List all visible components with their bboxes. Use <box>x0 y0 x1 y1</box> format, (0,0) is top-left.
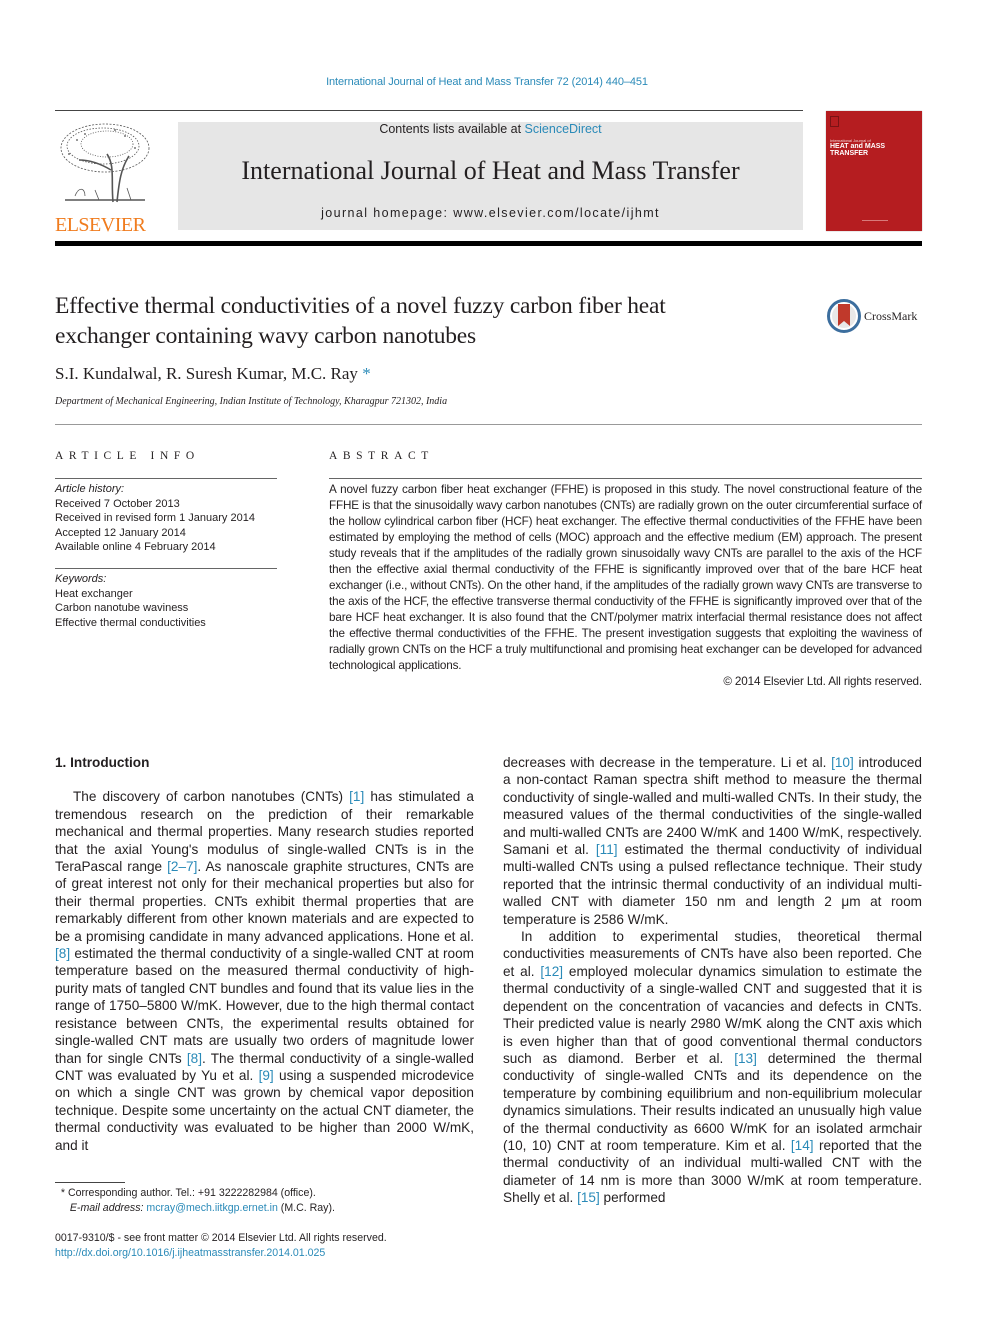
journal-homepage: journal homepage: www.elsevier.com/locat… <box>178 206 803 220</box>
article-title-line2: exchanger containing wavy carbon nanotub… <box>55 323 476 349</box>
reference-link[interactable]: [1] <box>349 789 364 804</box>
masthead-thick-rule <box>55 241 922 246</box>
crossmark-icon <box>827 299 861 333</box>
keywords: Keywords: Heat exchanger Carbon nanotube… <box>55 572 277 630</box>
article-info-heading: ARTICLE INFO <box>55 450 200 462</box>
paragraph: The discovery of carbon nanotubes (CNTs)… <box>55 788 474 1154</box>
abstract-rule <box>329 478 922 479</box>
abstract-body: A novel fuzzy carbon fiber heat exchange… <box>329 482 922 690</box>
sciencedirect-link[interactable]: ScienceDirect <box>525 122 602 136</box>
reference-link[interactable]: [14] <box>791 1138 814 1153</box>
journal-cover-thumbnail[interactable]: International Journal of HEAT and MASS T… <box>826 111 922 231</box>
text-run: The discovery of carbon nanotubes (CNTs) <box>73 789 350 805</box>
contents-prefix: Contents lists available at <box>379 122 525 136</box>
footnote-rule <box>55 1182 125 1183</box>
crossmark-button[interactable]: CrossMark <box>827 298 917 334</box>
abstract-heading: ABSTRACT <box>329 450 434 462</box>
abstract-text: A novel fuzzy carbon fiber heat exchange… <box>329 483 922 672</box>
article-history: Article history: Received 7 October 2013… <box>55 482 277 555</box>
paragraph: decreases with decrease in the temperatu… <box>503 754 922 928</box>
history-label: Article history: <box>55 483 125 495</box>
reference-link[interactable]: [8] <box>187 1051 202 1066</box>
history-item: Received 7 October 2013 <box>55 497 180 510</box>
homepage-prefix: journal homepage: <box>321 206 454 220</box>
abstract-copyright: © 2014 Elsevier Ltd. All rights reserved… <box>723 675 922 688</box>
header-rule <box>55 110 803 111</box>
reference-link[interactable]: [12] <box>540 964 563 979</box>
text-run: estimated the thermal conductivity of a … <box>55 946 474 1066</box>
cover-big-title: HEAT and MASS TRANSFER <box>830 143 885 157</box>
body-column-right: decreases with decrease in the temperatu… <box>503 754 922 1207</box>
journal-citation-link[interactable]: International Journal of Heat and Mass T… <box>0 76 974 88</box>
reference-link[interactable]: [8] <box>55 946 70 961</box>
footnote: * Corresponding author. Tel.: +91 322228… <box>55 1186 335 1216</box>
journal-banner: Contents lists available at ScienceDirec… <box>178 122 803 230</box>
homepage-url-link[interactable]: www.elsevier.com/locate/ijhmt <box>453 206 660 220</box>
cover-footer-line <box>862 220 888 221</box>
keyword-item: Carbon nanotube waviness <box>55 602 189 614</box>
elsevier-logo[interactable]: ELSEVIER <box>55 120 155 236</box>
article-title: Effective thermal conductivities of a no… <box>55 291 795 351</box>
text-run: decreases with decrease in the temperatu… <box>503 755 832 770</box>
section-rule <box>55 424 922 425</box>
elsevier-tree-icon <box>55 120 153 208</box>
reference-link[interactable]: [15] <box>577 1190 600 1205</box>
reference-link[interactable]: [11] <box>596 842 618 857</box>
crossmark-label: CrossMark <box>864 308 918 323</box>
keyword-item: Effective thermal conductivities <box>55 616 206 629</box>
history-item: Available online 4 February 2014 <box>55 541 216 553</box>
footnote-corresponding: * Corresponding author. Tel.: +91 322228… <box>55 1186 335 1201</box>
elsevier-wordmark: ELSEVIER <box>55 214 146 236</box>
reference-link[interactable]: [13] <box>734 1051 757 1066</box>
paragraph: In addition to experimental studies, the… <box>503 928 922 1207</box>
body-column-left: 1. Introduction The discovery of carbon … <box>55 754 474 1154</box>
front-matter: 0017-9310/$ - see front matter © 2014 El… <box>55 1231 387 1260</box>
authors-names: S.I. Kundalwal, R. Suresh Kumar, M.C. Ra… <box>55 364 358 383</box>
cover-title-line1: HEAT and MASS <box>830 143 886 150</box>
author-list: S.I. Kundalwal, R. Suresh Kumar, M.C. Ra… <box>55 364 371 384</box>
contents-line: Contents lists available at ScienceDirec… <box>178 122 803 136</box>
email-suffix: (M.C. Ray). <box>277 1202 335 1214</box>
section-heading-introduction: 1. Introduction <box>55 755 150 770</box>
reference-link[interactable]: [2–7] <box>167 859 197 874</box>
keywords-label: Keywords: <box>55 573 107 585</box>
email-link[interactable]: mcray@mech.iitkgp.ernet.in <box>146 1202 277 1214</box>
keyword-item: Heat exchanger <box>55 587 133 600</box>
reference-link[interactable]: [9] <box>259 1068 274 1083</box>
email-label: E-mail address: <box>69 1202 147 1214</box>
text-run: performed <box>599 1190 666 1206</box>
doi-link[interactable]: http://dx.doi.org/10.1016/j.ijheatmasstr… <box>55 1246 387 1261</box>
keywords-rule <box>55 568 277 569</box>
cover-title-line2: TRANSFER <box>830 150 869 157</box>
reference-link[interactable]: [10] <box>831 755 854 770</box>
article-title-line1: Effective thermal conductivities of a no… <box>55 293 666 319</box>
corresponding-author-text: Corresponding author. Tel.: +91 32222829… <box>65 1187 316 1199</box>
cover-emblem-icon <box>830 116 839 127</box>
journal-title: International Journal of Heat and Mass T… <box>241 156 740 185</box>
corresponding-author-link[interactable]: * <box>362 364 371 383</box>
history-item: Received in revised form 1 January 2014 <box>55 512 255 524</box>
affiliation: Department of Mechanical Engineering, In… <box>55 396 448 407</box>
issn-line: 0017-9310/$ - see front matter © 2014 El… <box>55 1232 387 1244</box>
article-info-rule <box>55 478 277 479</box>
history-item: Accepted 12 January 2014 <box>55 526 186 539</box>
footnote-email: E-mail address: mcray@mech.iitkgp.ernet.… <box>55 1201 335 1216</box>
